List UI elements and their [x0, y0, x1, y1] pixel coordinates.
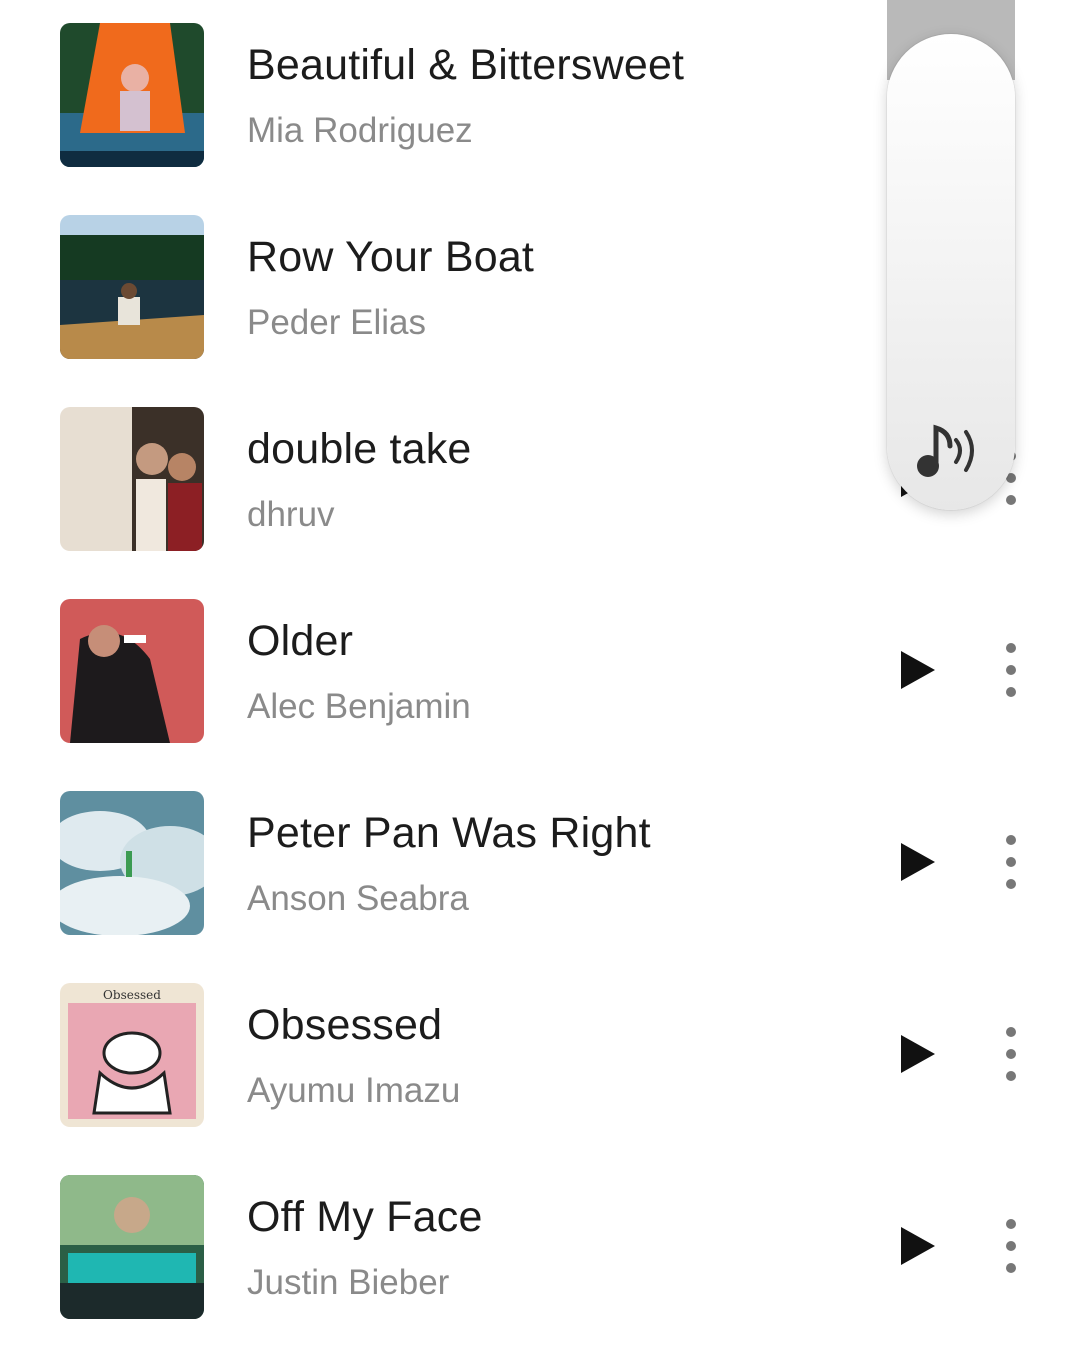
play-icon[interactable] — [893, 646, 941, 694]
song-row[interactable]: Obsessed Obsessed Ayumu Imazu — [0, 983, 1080, 1175]
song-title: Older — [247, 617, 354, 665]
song-title: Row Your Boat — [247, 233, 535, 281]
album-cover[interactable] — [60, 215, 204, 359]
play-icon[interactable] — [893, 1030, 941, 1078]
play-icon[interactable] — [893, 838, 941, 886]
song-row[interactable]: Off My Face Justin Bieber — [0, 1175, 1080, 1367]
album-cover[interactable]: Obsessed — [60, 983, 204, 1127]
album-cover[interactable] — [60, 407, 204, 551]
song-artist: Peder Elias — [247, 303, 426, 342]
song-artist: Anson Seabra — [247, 879, 469, 918]
song-title: double take — [247, 425, 472, 473]
song-artist: Justin Bieber — [247, 1263, 450, 1302]
album-cover[interactable] — [60, 23, 204, 167]
song-artist: Mia Rodriguez — [247, 111, 473, 150]
album-cover[interactable] — [60, 1175, 204, 1319]
song-row[interactable]: Older Alec Benjamin — [0, 599, 1080, 791]
song-title: Off My Face — [247, 1193, 483, 1241]
more-vertical-icon[interactable] — [990, 1023, 1032, 1085]
song-row[interactable]: Peter Pan Was Right Anson Seabra — [0, 791, 1080, 983]
song-artist: Ayumu Imazu — [247, 1071, 461, 1110]
song-title: Obsessed — [247, 1001, 443, 1049]
song-title: Peter Pan Was Right — [247, 809, 651, 857]
svg-text:Obsessed: Obsessed — [103, 988, 161, 1002]
play-icon[interactable] — [893, 1222, 941, 1270]
music-volume-icon[interactable] — [912, 422, 984, 482]
song-artist: Alec Benjamin — [247, 687, 471, 726]
more-vertical-icon[interactable] — [990, 639, 1032, 701]
album-cover[interactable] — [60, 791, 204, 935]
more-vertical-icon[interactable] — [990, 1215, 1032, 1277]
song-title: Beautiful & Bittersweet — [247, 41, 685, 89]
more-vertical-icon[interactable] — [990, 831, 1032, 893]
song-artist: dhruv — [247, 495, 335, 534]
album-cover[interactable] — [60, 599, 204, 743]
